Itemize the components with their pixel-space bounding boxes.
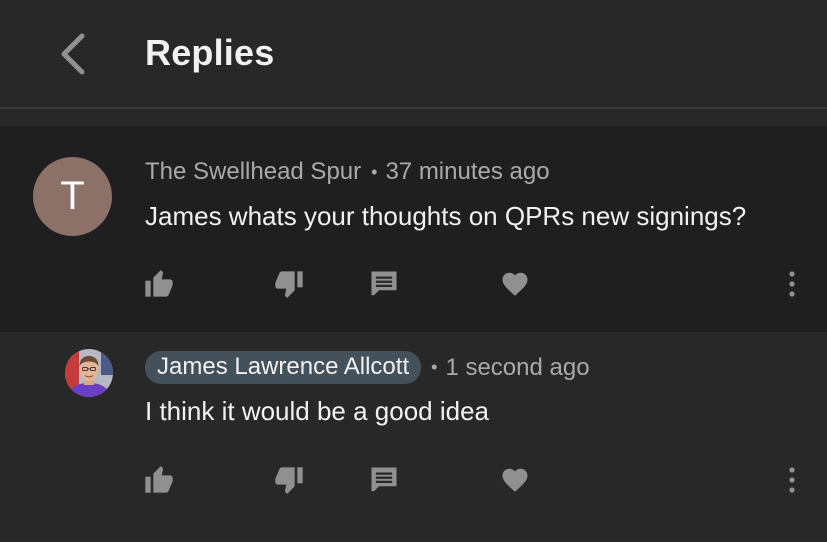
comment-text: I think it would be a good idea xyxy=(145,396,490,426)
comment-item: T The Swellhead Spur • 37 minutes ago Ja… xyxy=(0,126,827,332)
more-vert-icon xyxy=(789,467,795,493)
profile-photo xyxy=(65,349,113,397)
meta-separator: • xyxy=(371,161,378,182)
more-vert-icon xyxy=(789,271,795,297)
dislike-button[interactable] xyxy=(268,460,308,500)
comment-author-badge[interactable]: James Lawrence Allcott xyxy=(145,351,422,384)
dislike-icon xyxy=(275,271,303,298)
reply-icon xyxy=(371,271,397,296)
comment-meta: James Lawrence Allcott • 1 second ago xyxy=(145,351,590,384)
comment-actions xyxy=(0,264,827,304)
back-button[interactable] xyxy=(52,30,96,78)
dislike-icon xyxy=(275,467,303,494)
like-button[interactable] xyxy=(140,264,180,304)
comment-actions xyxy=(0,460,827,500)
chevron-left-icon xyxy=(61,33,85,75)
reply-item: James Lawrence Allcott • 1 second ago I … xyxy=(0,332,827,542)
like-icon xyxy=(145,270,173,297)
comment-text: James whats your thoughts on QPRs new si… xyxy=(145,201,747,231)
reply-button[interactable] xyxy=(364,264,404,304)
section-gap xyxy=(0,109,827,126)
reply-button[interactable] xyxy=(364,460,404,500)
more-options-button[interactable] xyxy=(772,460,812,500)
avatar[interactable]: T xyxy=(33,157,112,236)
more-options-button[interactable] xyxy=(772,264,812,304)
heart-button[interactable] xyxy=(495,264,535,304)
comment-time: 1 second ago xyxy=(445,353,590,381)
avatar-letter: T xyxy=(60,174,85,218)
app-header: Replies xyxy=(0,0,827,109)
dislike-button[interactable] xyxy=(268,264,308,304)
comment-time: 37 minutes ago xyxy=(385,158,550,185)
comment-meta: The Swellhead Spur • 37 minutes ago xyxy=(145,158,550,186)
comment-author[interactable]: The Swellhead Spur xyxy=(145,158,361,186)
page-title: Replies xyxy=(145,32,275,73)
heart-button[interactable] xyxy=(495,460,535,500)
heart-icon xyxy=(502,468,528,492)
like-icon xyxy=(145,466,173,493)
avatar[interactable] xyxy=(65,349,113,397)
like-button[interactable] xyxy=(140,460,180,500)
reply-icon xyxy=(371,467,397,492)
meta-separator: • xyxy=(431,357,438,377)
heart-icon xyxy=(502,272,528,296)
